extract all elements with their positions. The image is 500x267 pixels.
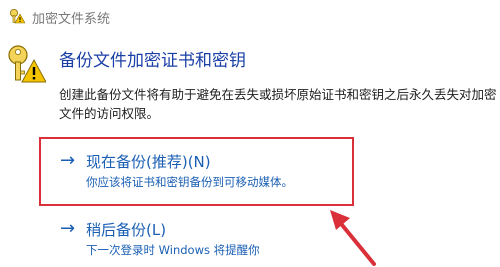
backup-now-title[interactable]: 现在备份(推荐)(N): [86, 151, 211, 172]
backup-later-title[interactable]: 稍后备份(L): [86, 219, 166, 240]
window-title: 加密文件系统: [32, 12, 111, 27]
page-heading: 备份文件加密证书和密钥: [59, 51, 246, 71]
red-arrow-icon: [330, 210, 376, 266]
key-warning-icon: [8, 45, 46, 83]
backup-now-subtitle: 你应该将证书和密钥备份到可移动媒体。: [86, 175, 293, 189]
backup-later-subtitle: 下一次登录时 Windows 将提醒你: [86, 243, 260, 257]
arrow-right-icon: →: [60, 150, 76, 171]
arrow-right-icon: →: [60, 218, 76, 239]
key-warning-icon: [10, 9, 25, 24]
title-bar: 加密文件系统: [0, 0, 500, 34]
description-text: 创建此备份文件将有助于避免在丢失或损坏原始证书和密钥之后永久丢失对加密文件的访问…: [59, 87, 497, 121]
